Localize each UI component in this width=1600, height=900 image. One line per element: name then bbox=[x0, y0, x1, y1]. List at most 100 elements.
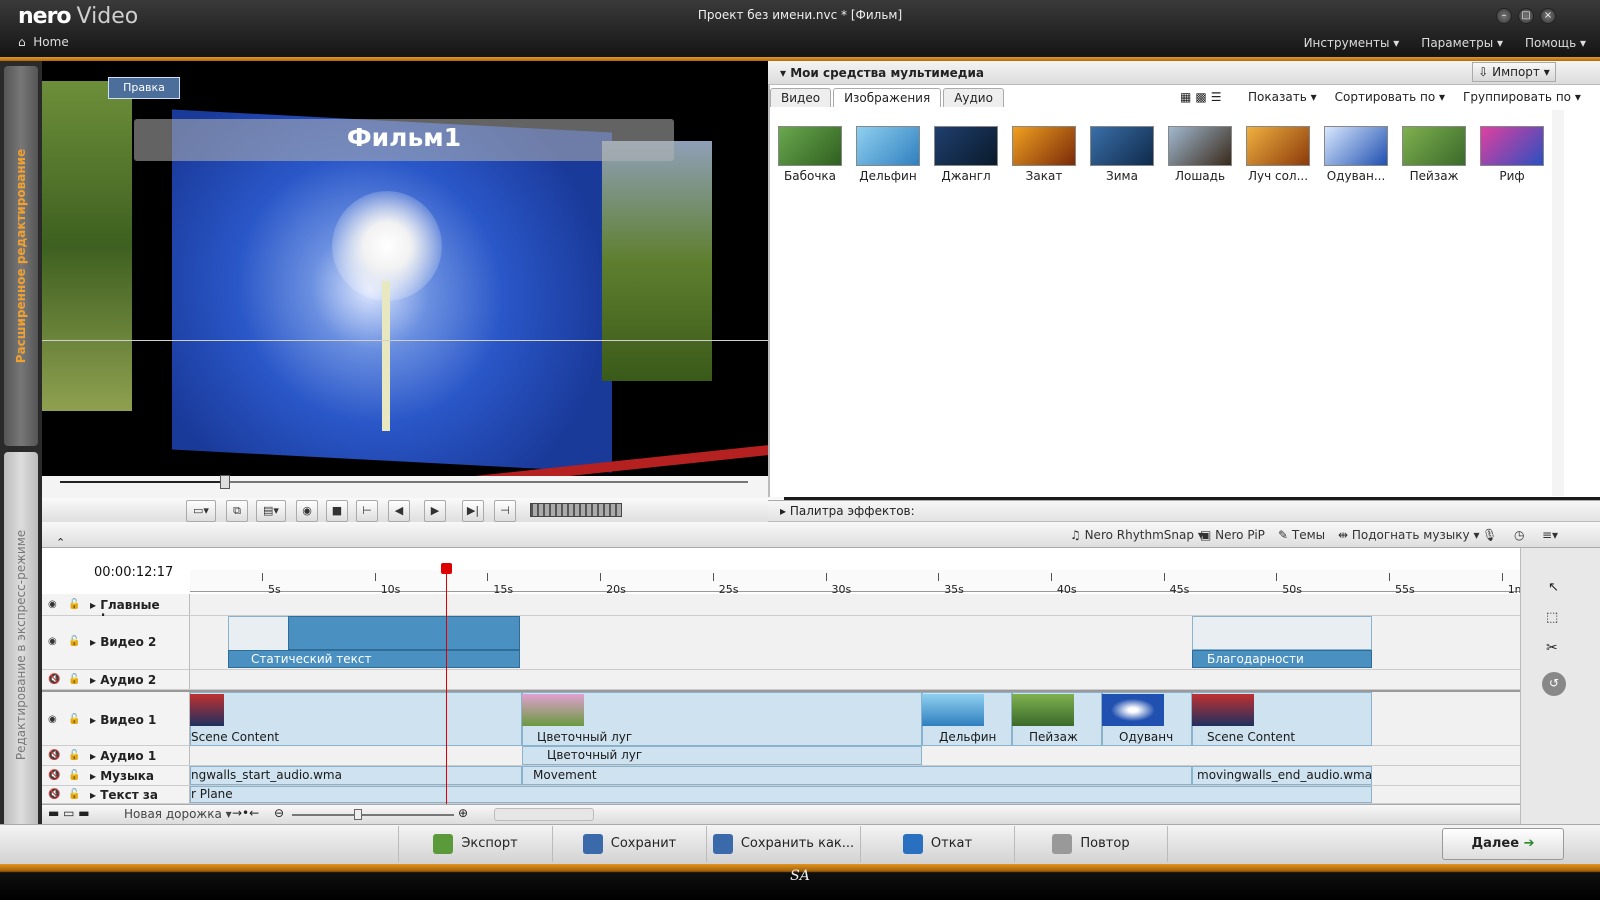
advanced-mode-tab[interactable]: Расширенное редактирование bbox=[4, 66, 38, 446]
timeline-clip[interactable]: ngwalls_start_audio.wma bbox=[190, 766, 522, 785]
undo-button[interactable]: Откат bbox=[860, 826, 1014, 862]
media-thumbnail[interactable] bbox=[1402, 126, 1466, 166]
edit-button[interactable]: Правка bbox=[108, 77, 180, 99]
lock-icon[interactable]: 🔓 bbox=[68, 636, 80, 647]
pip-button[interactable]: ▣ Nero PiP bbox=[1200, 528, 1265, 542]
timeline-clip[interactable]: Цветочный луг bbox=[522, 746, 922, 765]
next-button[interactable]: Далее ➔ bbox=[1442, 828, 1564, 860]
timeline-clip[interactable] bbox=[288, 616, 520, 650]
video-preview[interactable]: Фильм1 Правка bbox=[42, 61, 784, 476]
import-button[interactable]: ⇩ Импорт ▾ bbox=[1472, 62, 1556, 82]
stop-icon[interactable]: ■ bbox=[326, 500, 348, 522]
microphone-icon[interactable]: 🎙 bbox=[1482, 528, 1497, 542]
track-name[interactable]: ▸ Видео 1 bbox=[90, 713, 156, 727]
media-thumbnail[interactable] bbox=[856, 126, 920, 166]
group-dropdown[interactable]: Группировать по ▾ bbox=[1463, 90, 1581, 104]
timeline-clip[interactable]: r Plane bbox=[190, 786, 1372, 803]
minimize-button[interactable]: – bbox=[1496, 8, 1512, 24]
track-name[interactable]: ▸ Видео 2 bbox=[90, 635, 156, 649]
lock-icon[interactable]: 🔓 bbox=[68, 750, 80, 761]
media-thumbnail[interactable] bbox=[1480, 126, 1544, 166]
lock-icon[interactable]: 🔓 bbox=[68, 714, 80, 725]
clock-icon[interactable]: ◷ bbox=[1514, 528, 1524, 542]
track-size-icons[interactable]: ▬ ▭ ▬ bbox=[48, 806, 90, 820]
visibility-icon[interactable]: ◉ bbox=[48, 714, 57, 725]
redo-button[interactable]: Повтор bbox=[1014, 826, 1168, 862]
timeline-clip[interactable]: Scene Content bbox=[190, 692, 522, 746]
maximize-button[interactable]: □ bbox=[1518, 8, 1534, 24]
tab-video[interactable]: Видео bbox=[770, 88, 832, 107]
track-name[interactable]: ▸ Аудио 2 bbox=[90, 673, 156, 687]
show-dropdown[interactable]: Показать ▾ bbox=[1248, 90, 1317, 104]
lock-icon[interactable]: 🔓 bbox=[68, 789, 80, 800]
timeline-clip[interactable]: Movement bbox=[522, 766, 1192, 785]
zoom-handle[interactable] bbox=[354, 809, 362, 820]
media-thumbnail[interactable] bbox=[1012, 126, 1076, 166]
media-title[interactable]: ▾ Мои средства мультимедиа bbox=[780, 66, 984, 80]
track-name[interactable]: ▸ Аудио 1 bbox=[90, 749, 156, 763]
close-button[interactable]: × bbox=[1540, 8, 1556, 24]
grid-small-icon[interactable]: ▩ bbox=[1195, 90, 1206, 104]
zoom-slider[interactable] bbox=[292, 814, 454, 816]
scrub-handle[interactable] bbox=[220, 475, 231, 489]
new-track-dropdown[interactable]: Новая дорожка ▾ bbox=[124, 807, 232, 821]
timeline-clip[interactable]: Благодарности bbox=[1192, 650, 1372, 668]
themes-button[interactable]: ✎ Темы bbox=[1278, 528, 1325, 542]
timeline-clip[interactable]: movingwalls_end_audio.wma bbox=[1192, 766, 1372, 785]
media-thumbnail[interactable] bbox=[1246, 126, 1310, 166]
express-mode-tab[interactable]: Редактирование в экспресс-режиме bbox=[4, 452, 38, 838]
media-thumbnail[interactable] bbox=[1090, 126, 1154, 166]
fit-music-button[interactable]: ⇹ Подогнать музыку ▾ bbox=[1338, 528, 1479, 542]
fullscreen-icon[interactable]: ⧉ bbox=[226, 500, 248, 522]
media-thumbnail[interactable] bbox=[1168, 126, 1232, 166]
lock-icon[interactable]: 🔓 bbox=[68, 770, 80, 781]
effects-palette-title[interactable]: ▸ Палитра эффектов: bbox=[780, 504, 915, 518]
lock-icon[interactable]: 🔓 bbox=[68, 599, 80, 610]
menu-settings[interactable]: Параметры ▾ bbox=[1421, 36, 1503, 50]
zoom-in-icon[interactable]: ⊕ bbox=[458, 806, 468, 820]
media-thumbnail[interactable] bbox=[934, 126, 998, 166]
media-thumbnail[interactable] bbox=[778, 126, 842, 166]
media-thumbnail[interactable] bbox=[1324, 126, 1388, 166]
mute-icon[interactable]: 🔇 bbox=[48, 674, 60, 685]
visibility-icon[interactable]: ◉ bbox=[48, 599, 57, 610]
sort-dropdown[interactable]: Сортировать по ▾ bbox=[1335, 90, 1445, 104]
export-button[interactable]: Экспорт bbox=[398, 826, 552, 862]
play-icon[interactable]: ▶ bbox=[424, 500, 446, 522]
home-link[interactable]: ⌂ Home bbox=[18, 35, 69, 49]
menu-tools[interactable]: Инструменты ▾ bbox=[1304, 36, 1400, 50]
visibility-icon[interactable]: ◉ bbox=[48, 636, 57, 647]
pointer-icon[interactable]: ↖ bbox=[1548, 580, 1559, 595]
title-overlay-text[interactable]: Фильм1 bbox=[134, 123, 674, 152]
tab-images[interactable]: Изображения bbox=[833, 88, 942, 107]
prev-frame-icon[interactable]: ◀ bbox=[388, 500, 410, 522]
mute-icon[interactable]: 🔇 bbox=[48, 770, 60, 781]
aspect-icon[interactable]: ▤▾ bbox=[256, 500, 286, 522]
playhead-handle[interactable] bbox=[441, 563, 452, 574]
snapshot-icon[interactable]: ◉ bbox=[296, 500, 318, 522]
media-scrollbar[interactable] bbox=[1552, 110, 1564, 496]
menu-help[interactable]: Помощь ▾ bbox=[1525, 36, 1586, 50]
zoom-out-icon[interactable]: ⊖ bbox=[274, 806, 284, 820]
display-mode-icon[interactable]: ▭▾ bbox=[186, 500, 216, 522]
mute-icon[interactable]: 🔇 bbox=[48, 750, 60, 761]
go-start-icon[interactable]: ⊢ bbox=[356, 500, 378, 522]
save-button[interactable]: Сохранит bbox=[552, 826, 706, 862]
timeline-clip[interactable] bbox=[1192, 616, 1372, 650]
mute-icon[interactable]: 🔇 bbox=[48, 789, 60, 800]
timeline-clip[interactable]: Статический текст bbox=[228, 650, 520, 668]
track-name[interactable]: ▸ Музыка bbox=[90, 769, 154, 783]
restore-icon[interactable]: ↺ bbox=[1542, 672, 1566, 696]
playhead[interactable] bbox=[446, 566, 447, 804]
horizontal-scrollbar[interactable] bbox=[494, 808, 594, 821]
grid-large-icon[interactable]: ▦ bbox=[1180, 90, 1191, 104]
fit-icon[interactable]: →•← bbox=[232, 806, 259, 820]
select-icon[interactable]: ⬚ bbox=[1546, 610, 1558, 625]
next-frame-icon[interactable]: ▶| bbox=[462, 500, 484, 522]
tab-audio[interactable]: Аудио bbox=[943, 88, 1004, 107]
list-icon[interactable]: ☰ bbox=[1211, 90, 1222, 104]
cut-icon[interactable]: ✂ bbox=[1546, 640, 1558, 656]
save-as-button[interactable]: Сохранить как... bbox=[706, 826, 860, 862]
jog-wheel[interactable] bbox=[530, 503, 622, 517]
lock-icon[interactable]: 🔓 bbox=[68, 674, 80, 685]
